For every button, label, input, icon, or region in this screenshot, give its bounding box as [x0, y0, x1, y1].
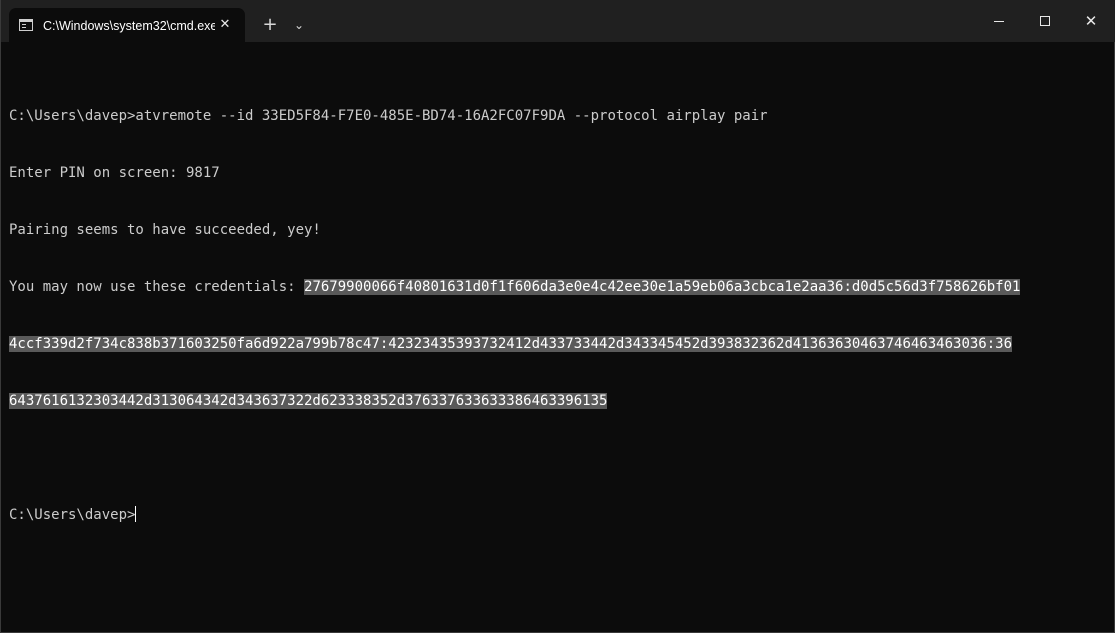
terminal-window: C:\Windows\system32\cmd.exe ✕ + ⌄ ✕ C:\U… [0, 0, 1115, 633]
credentials-line-1: You may now use these credentials: 27679… [9, 278, 1109, 297]
window-close-button[interactable]: ✕ [1068, 0, 1114, 42]
prompt-line[interactable]: C:\Users\davep> [9, 506, 1109, 525]
tab-cmd[interactable]: C:\Windows\system32\cmd.exe ✕ [9, 8, 245, 42]
credentials-prefix: You may now use these credentials: [9, 279, 305, 295]
plus-icon[interactable]: + [257, 8, 283, 42]
credentials-line-2: 4ccf339d2f734c838b371603250fa6d922a799b7… [9, 335, 1109, 354]
credentials-selection-2[interactable]: 4ccf339d2f734c838b371603250fa6d922a799b7… [9, 336, 1013, 352]
terminal-output[interactable]: C:\Users\davep>atvremote --id 33ED5F84-F… [9, 69, 1109, 624]
success-line: Pairing seems to have succeeded, yey! [9, 222, 321, 238]
prompt: C:\Users\davep> [9, 507, 136, 523]
title-bar[interactable]: C:\Windows\system32\cmd.exe ✕ + ⌄ ✕ [1, 0, 1115, 42]
window-close-icon: ✕ [1084, 12, 1098, 30]
close-icon[interactable]: ✕ [215, 15, 235, 35]
credentials-selection-3[interactable]: 6437616132303442d313064342d343637322d623… [9, 393, 608, 409]
credentials-selection-1[interactable]: 27679900066f40801631d0f1f606da3e0e4c42ee… [304, 279, 1021, 295]
minimize-button[interactable] [976, 0, 1022, 42]
credentials-line-3: 6437616132303442d313064342d343637322d623… [9, 392, 1109, 411]
cmd-icon [19, 19, 33, 31]
maximize-button[interactable] [1022, 0, 1068, 42]
minimize-icon [994, 21, 1004, 22]
pin-line: Enter PIN on screen: 9817 [9, 165, 220, 181]
chevron-down-icon[interactable]: ⌄ [287, 8, 311, 42]
command-line: C:\Users\davep>atvremote --id 33ED5F84-F… [9, 108, 768, 124]
tab-title: C:\Windows\system32\cmd.exe [43, 19, 215, 33]
maximize-icon [1040, 16, 1050, 26]
text-cursor [135, 506, 137, 522]
